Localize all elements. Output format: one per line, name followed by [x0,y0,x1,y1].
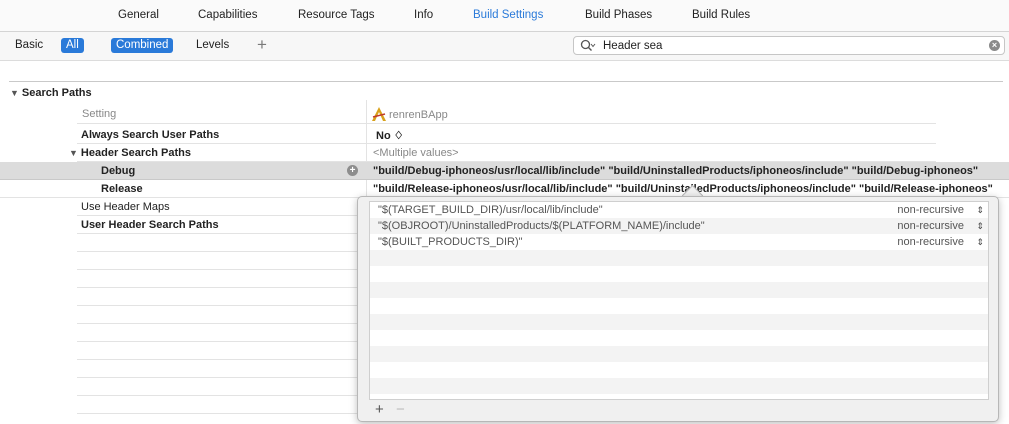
setting-row[interactable]: ▼ Header Search Paths <Multiple values> [69,144,936,162]
tab-build-phases[interactable]: Build Phases [585,9,652,21]
disclosure-triangle-icon[interactable]: ▼ [10,88,19,98]
tab-build-settings[interactable]: Build Settings [473,9,543,21]
empty-list-row [370,266,988,282]
search-path-list[interactable]: "$(TARGET_BUILD_DIR)/usr/local/lib/inclu… [369,201,989,400]
setting-name: Debug [101,165,136,177]
popup-arrows-icon[interactable]: ⇕ [976,202,984,218]
divider [9,81,1003,82]
popup-arrows-icon[interactable]: ⇕ [976,234,984,250]
all-filter-button[interactable]: All [61,38,84,53]
list-item[interactable]: "$(TARGET_BUILD_DIR)/usr/local/lib/inclu… [370,202,988,218]
recursion-popup[interactable]: non-recursive [897,234,964,250]
section-search-paths[interactable]: ▼ Search Paths [10,87,92,99]
setting-value-popup[interactable]: No ♢ [376,129,404,142]
tab-build-rules[interactable]: Build Rules [692,9,750,21]
add-condition-icon[interactable]: + [347,165,358,176]
path-value[interactable]: "$(OBJROOT)/UninstalledProducts/$(PLATFO… [378,218,705,234]
recursion-popup[interactable]: non-recursive [897,202,964,218]
add-path-button[interactable]: + [375,402,384,418]
recursion-popup[interactable]: non-recursive [897,218,964,234]
filter-bar: Basic All Combined Levels + × [0,32,1009,61]
column-header-row: Setting renrenBApp [77,104,936,124]
empty-list-row [370,282,988,298]
empty-list-row [370,378,988,394]
empty-list-row [370,314,988,330]
setting-name: User Header Search Paths [81,219,219,231]
empty-list-row [370,362,988,378]
setting-name: Release [101,183,143,195]
path-value[interactable]: "$(TARGET_BUILD_DIR)/usr/local/lib/inclu… [378,202,603,218]
setting-row-selected[interactable]: Debug + "build/Debug-iphoneos/usr/local/… [0,162,1009,180]
empty-list-row [370,330,988,346]
header-search-paths-popover: "$(TARGET_BUILD_DIR)/usr/local/lib/inclu… [357,196,999,422]
empty-list-row [370,298,988,314]
setting-value[interactable]: <Multiple values> [373,147,459,159]
search-icon[interactable] [580,39,596,53]
list-item[interactable]: "$(BUILT_PRODUCTS_DIR)" non-recursive ⇕ [370,234,988,250]
setting-name: Use Header Maps [81,201,170,213]
target-column-header[interactable]: renrenBApp [371,106,448,122]
remove-path-button[interactable]: − [396,402,405,418]
basic-filter-button[interactable]: Basic [10,38,48,53]
setting-value[interactable]: "build/Debug-iphoneos/usr/local/lib/incl… [373,165,978,177]
path-value[interactable]: "$(BUILT_PRODUCTS_DIR)" [378,234,523,250]
app-target-icon [372,107,386,121]
disclosure-triangle-icon[interactable]: ▼ [69,148,78,158]
setting-name: Always Search User Paths [81,129,220,141]
tab-general[interactable]: General [118,9,159,21]
setting-column-header: Setting [82,108,117,120]
empty-list-row [370,394,988,399]
add-setting-icon[interactable]: + [257,35,267,55]
search-field[interactable]: × [573,36,1005,55]
search-input[interactable] [603,38,983,53]
combined-filter-button[interactable]: Combined [111,38,174,53]
clear-search-icon[interactable]: × [989,40,1000,51]
empty-list-row [370,250,988,266]
list-item[interactable]: "$(OBJROOT)/UninstalledProducts/$(PLATFO… [370,218,988,234]
empty-list-row [370,346,988,362]
tab-info[interactable]: Info [414,9,433,21]
tab-capabilities[interactable]: Capabilities [198,9,257,21]
popup-arrows-icon[interactable]: ⇕ [976,218,984,234]
setting-row[interactable]: Always Search User Paths No ♢ [77,126,936,144]
editor-tab-bar: General Capabilities Resource Tags Info … [0,0,1009,32]
setting-name: ▼ Header Search Paths [69,147,191,159]
levels-filter-button[interactable]: Levels [191,38,234,53]
tab-resource-tags[interactable]: Resource Tags [298,9,375,21]
